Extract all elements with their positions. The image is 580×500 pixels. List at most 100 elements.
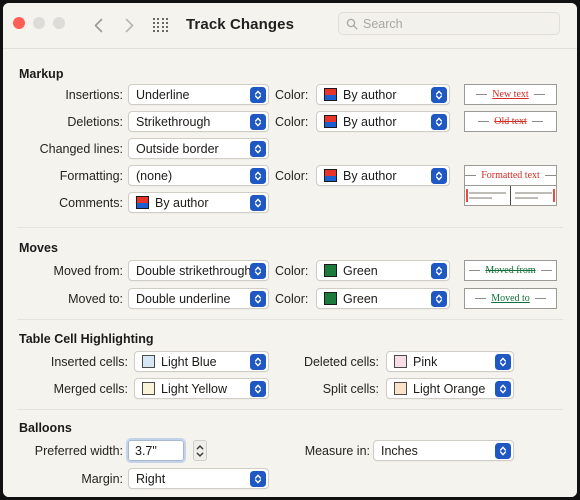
chevron-updown-icon[interactable] — [431, 167, 447, 184]
popup-color-moved-from[interactable]: Green — [316, 260, 450, 281]
chevron-updown-icon[interactable] — [250, 113, 266, 130]
preferred-width-input[interactable]: 3.7" — [126, 438, 186, 463]
label-formatting: Formatting: — [59, 169, 123, 183]
changed-line-marker — [553, 189, 555, 202]
chevron-updown-icon[interactable] — [495, 442, 511, 459]
label-color-moved-to: Color: — [275, 292, 309, 306]
popup-deleted-cells[interactable]: Pink — [386, 351, 514, 372]
preferred-width-stepper[interactable] — [193, 440, 207, 461]
popup-color-formatting[interactable]: By author — [316, 165, 450, 186]
popup-deleted-cells-value: Pink — [413, 354, 438, 369]
popup-measure-in[interactable]: Inches — [373, 440, 514, 461]
popup-color-deletions-value: By author — [343, 114, 397, 129]
chevron-updown-icon[interactable] — [250, 140, 266, 157]
popup-deletions-value: Strikethrough — [136, 114, 211, 129]
popup-margin[interactable]: Right — [128, 468, 269, 489]
label-merged-cells: Merged cells: — [53, 382, 128, 396]
preview-moved-from-text: Moved from — [485, 264, 536, 276]
popup-color-insertions[interactable]: By author — [316, 84, 450, 105]
chevron-updown-icon[interactable] — [250, 353, 266, 370]
popup-color-deletions[interactable]: By author — [316, 111, 450, 132]
label-moved-to: Moved to: — [68, 292, 123, 306]
preview-moved-from: Moved from — [464, 260, 557, 281]
chevron-updown-icon[interactable] — [250, 290, 266, 307]
chevron-updown-icon[interactable] — [250, 470, 266, 487]
popup-insertions-value: Underline — [136, 87, 190, 102]
window-titlebar: Track Changes Search — [3, 3, 577, 49]
traffic-lights — [13, 17, 65, 29]
preferred-width-value: 3.7" — [135, 443, 157, 458]
popup-comments-value: By author — [155, 195, 209, 210]
color-swatch-light-blue — [142, 355, 155, 368]
preview-line — [469, 192, 506, 194]
preview-dash — [544, 175, 556, 176]
popup-insertions[interactable]: Underline — [128, 84, 269, 105]
zoom-button[interactable] — [53, 17, 65, 29]
popup-moved-from[interactable]: Double strikethrough — [128, 260, 269, 281]
preview-insertions-text: New text — [492, 88, 529, 100]
track-changes-window: Track Changes Search Markup Insertions: … — [3, 3, 577, 497]
chevron-updown-icon[interactable] — [431, 262, 447, 279]
chevron-updown-icon[interactable] — [250, 380, 266, 397]
preview-insertions: New text — [464, 84, 557, 105]
color-swatch-light-yellow — [142, 382, 155, 395]
preview-deletions: Old text — [464, 111, 557, 132]
chevron-updown-icon[interactable] — [250, 262, 266, 279]
chevron-updown-icon[interactable] — [250, 194, 266, 211]
popup-changed-lines[interactable]: Outside border — [128, 138, 269, 159]
label-deletions: Deletions: — [67, 115, 123, 129]
preview-moved-to: Moved to — [464, 288, 557, 309]
changed-line-marker — [466, 189, 468, 202]
section-heading-moves: Moves — [19, 241, 58, 255]
color-swatch-green — [324, 292, 337, 305]
preview-changed-lines — [464, 185, 557, 206]
search-field[interactable]: Search — [338, 12, 560, 35]
preview-dash — [469, 270, 481, 271]
label-color-insertions: Color: — [275, 88, 309, 102]
chevron-updown-icon[interactable] — [431, 113, 447, 130]
color-swatch-light-orange — [394, 382, 407, 395]
chevron-updown-icon[interactable] — [250, 167, 266, 184]
preview-pane-right — [510, 186, 556, 205]
chevron-updown-icon[interactable] — [431, 86, 447, 103]
popup-formatting[interactable]: (none) — [128, 165, 269, 186]
show-all-grid-icon[interactable] — [153, 18, 169, 33]
section-divider — [17, 227, 563, 228]
popup-merged-cells[interactable]: Light Yellow — [134, 378, 269, 399]
popup-comments[interactable]: By author — [128, 192, 269, 213]
label-preferred-width: Preferred width: — [34, 444, 123, 458]
popup-split-cells[interactable]: Light Orange — [386, 378, 514, 399]
chevron-updown-icon[interactable] — [495, 380, 511, 397]
preview-dash — [478, 121, 490, 122]
chevron-updown-icon[interactable] — [250, 86, 266, 103]
minimize-button[interactable] — [33, 17, 45, 29]
popup-formatting-value: (none) — [136, 168, 173, 183]
popup-inserted-cells-value: Light Blue — [161, 354, 217, 369]
popup-moved-to[interactable]: Double underline — [128, 288, 269, 309]
color-swatch-pink — [394, 355, 407, 368]
chevron-updown-icon[interactable] — [431, 290, 447, 307]
label-comments: Comments: — [59, 196, 123, 210]
section-divider — [17, 319, 563, 320]
color-swatch-by-author — [324, 88, 337, 101]
popup-deletions[interactable]: Strikethrough — [128, 111, 269, 132]
label-moved-from: Moved from: — [53, 264, 123, 278]
page-title: Track Changes — [186, 16, 295, 33]
preview-dash — [465, 175, 477, 176]
preview-line — [469, 197, 492, 199]
popup-color-formatting-value: By author — [343, 168, 397, 183]
label-color-formatting: Color: — [275, 169, 309, 183]
popup-color-moved-to[interactable]: Green — [316, 288, 450, 309]
color-swatch-by-author — [324, 169, 337, 182]
chevron-updown-icon[interactable] — [495, 353, 511, 370]
label-measure-in: Measure in: — [304, 444, 370, 458]
close-button[interactable] — [13, 17, 25, 29]
label-split-cells: Split cells: — [322, 382, 379, 396]
forward-button[interactable] — [118, 13, 140, 37]
popup-merged-cells-value: Light Yellow — [161, 381, 228, 396]
popup-changed-lines-value: Outside border — [136, 141, 219, 156]
preview-formatting-text: Formatted text — [481, 169, 540, 181]
popup-inserted-cells[interactable]: Light Blue — [134, 351, 269, 372]
preview-line — [515, 197, 538, 199]
back-button[interactable] — [87, 13, 109, 37]
